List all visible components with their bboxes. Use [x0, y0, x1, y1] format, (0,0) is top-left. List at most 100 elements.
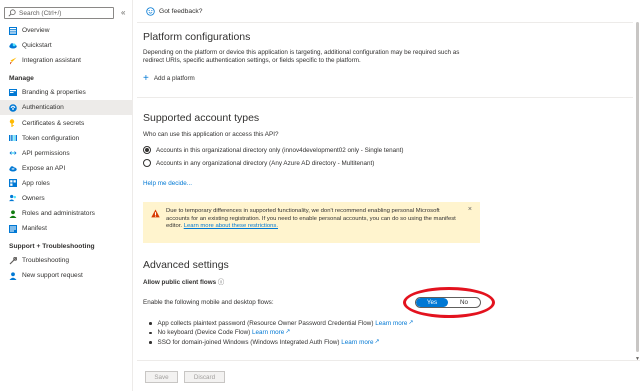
sidebar-item-label: Owners	[22, 194, 45, 202]
radio-label: Accounts in any organizational directory…	[156, 159, 375, 167]
sidebar-item-owners[interactable]: Owners	[0, 191, 133, 206]
bullet-icon	[149, 322, 152, 325]
sidebar-item-label: Quickstart	[22, 42, 52, 50]
radio-multitenant[interactable]: Accounts in any organizational directory…	[143, 159, 374, 167]
public-client-flows-label: Allow public client flows ⓘ	[143, 279, 224, 288]
sidebar-item-label: Expose an API	[22, 164, 66, 172]
sidebar-item-manifest[interactable]: Manifest	[0, 221, 133, 236]
cloud-api-icon	[9, 164, 17, 172]
learn-more-restrictions-link[interactable]: Learn more about these restrictions.	[184, 223, 278, 229]
radio-single-tenant[interactable]: Accounts in this organizational director…	[143, 146, 403, 154]
sidebar-item-label: App roles	[22, 179, 50, 187]
discard-button[interactable]: Discard	[184, 371, 225, 383]
sidebar-item-token-configuration[interactable]: Token configuration	[0, 131, 133, 146]
add-platform-button[interactable]: + Add a platform	[143, 73, 195, 85]
sidebar-item-app-roles[interactable]: App roles	[0, 176, 133, 191]
public-client-flows-text: Allow public client flows	[143, 279, 217, 286]
search-icon	[8, 9, 16, 17]
sidebar-item-api-permissions[interactable]: API permissions	[0, 146, 133, 161]
warning-icon	[151, 209, 160, 218]
bullet-icon	[149, 341, 152, 344]
bullet-icon	[149, 331, 152, 335]
learn-more-link[interactable]: Learn more	[375, 319, 407, 328]
platform-config-title: Platform configurations	[143, 31, 251, 43]
platform-description-line2: redirect URIs, specific authentication s…	[143, 57, 361, 64]
wrench-icon	[9, 256, 17, 265]
list-item-text: No keyboard (Device Code Flow)	[157, 329, 251, 337]
save-button[interactable]: Save	[145, 371, 178, 383]
sidebar-item-certificates[interactable]: Certificates & secrets	[0, 115, 133, 130]
sidebar-item-label: Branding & properties	[22, 89, 86, 97]
sidebar-item-label: Token configuration	[22, 134, 80, 142]
sidebar-item-overview[interactable]: Overview	[0, 23, 133, 38]
sidebar-item-authentication[interactable]: Authentication	[0, 100, 133, 116]
branding-icon	[9, 89, 17, 97]
sidebar-item-new-support-request[interactable]: New support request	[0, 268, 133, 283]
sidebar-item-label: Certificates & secrets	[22, 119, 85, 127]
annotation-circle	[403, 287, 495, 318]
warning-text: Due to temporary differences in supporte…	[166, 208, 466, 237]
sidebar-item-label: Integration assistant	[22, 57, 82, 65]
radio-selected-icon	[143, 146, 151, 154]
owners-icon	[9, 194, 17, 202]
sidebar-item-branding[interactable]: Branding & properties	[0, 85, 133, 100]
warning-banner: Due to temporary differences in supporte…	[143, 202, 480, 243]
external-link-icon: ↗	[285, 329, 291, 336]
list-item: App collects plaintext password (Resourc…	[149, 319, 413, 328]
radio-label: Accounts in this organizational director…	[156, 146, 404, 154]
auth-icon	[9, 104, 17, 112]
add-platform-label: Add a platform	[153, 75, 195, 82]
sidebar-item-label: Troubleshooting	[22, 257, 70, 265]
api-permissions-icon	[9, 149, 17, 157]
sidebar-item-integration-assistant[interactable]: Integration assistant	[0, 53, 133, 68]
list-item: No keyboard (Device Code Flow) Learn mor…	[149, 328, 413, 337]
sidebar-item-expose-api[interactable]: Expose an API	[0, 161, 133, 176]
account-types-question: Who can use this application or access t…	[143, 131, 279, 138]
sidebar-item-roles-admins[interactable]: Roles and administrators	[0, 206, 133, 221]
learn-more-link[interactable]: Learn more	[252, 328, 284, 337]
cloud-icon	[9, 42, 17, 50]
main-content: Platform configurations Depending on the…	[137, 22, 633, 360]
rocket-icon	[9, 57, 17, 65]
section-heading-manage: Manage	[9, 75, 34, 83]
manifest-icon	[9, 224, 17, 233]
app-roles-icon	[9, 179, 17, 188]
support-icon	[9, 272, 17, 280]
sidebar-item-label: API permissions	[22, 149, 70, 157]
sidebar-item-label: New support request	[22, 272, 83, 280]
sidebar-item-label: Authentication	[22, 104, 64, 112]
external-link-icon: ↗	[374, 338, 380, 345]
search-input[interactable]: Search (Ctrl+/)	[19, 10, 61, 17]
close-icon[interactable]: ×	[468, 206, 472, 213]
command-bar: Got feedback?	[137, 0, 640, 22]
sidebar-item-troubleshooting[interactable]: Troubleshooting	[0, 253, 133, 268]
info-icon[interactable]: ⓘ	[218, 279, 224, 286]
account-types-title: Supported account types	[143, 112, 260, 124]
vertical-scrollbar[interactable]: ▼	[635, 22, 640, 362]
external-link-icon: ↗	[408, 320, 414, 326]
sidebar-item-label: Manifest	[22, 225, 47, 233]
roles-icon	[9, 209, 17, 218]
radio-unselected-icon	[143, 159, 151, 167]
feedback-button[interactable]: Got feedback?	[159, 8, 203, 15]
warning-line: editor. Learn more about these restricti…	[166, 223, 466, 231]
search-box[interactable]: Search (Ctrl+/)	[4, 7, 114, 19]
warning-line-prefix: editor.	[166, 223, 184, 230]
list-item: SSO for domain-joined Windows (Windows I…	[149, 338, 413, 347]
enable-flows-label: Enable the following mobile and desktop …	[143, 299, 274, 306]
advanced-settings-title: Advanced settings	[143, 259, 229, 271]
sidebar: Search (Ctrl+/) « Overview Quickstart In…	[0, 0, 133, 391]
sidebar-item-label: Overview	[22, 27, 50, 35]
collapse-sidebar-icon[interactable]: «	[121, 8, 125, 17]
section-divider	[137, 97, 633, 98]
flow-list: App collects plaintext password (Resourc…	[149, 319, 413, 347]
plus-icon: +	[143, 73, 149, 85]
sidebar-item-quickstart[interactable]: Quickstart	[0, 38, 133, 53]
list-item-text: App collects plaintext password (Resourc…	[157, 320, 374, 327]
section-heading-support: Support + Troubleshooting	[9, 243, 95, 251]
learn-more-link[interactable]: Learn more	[341, 338, 373, 347]
scrollbar-thumb[interactable]	[636, 22, 639, 352]
sidebar-nav: Overview Quickstart Integration assistan…	[0, 23, 133, 283]
feedback-icon	[146, 6, 155, 16]
help-me-decide-link[interactable]: Help me decide...	[143, 180, 192, 189]
